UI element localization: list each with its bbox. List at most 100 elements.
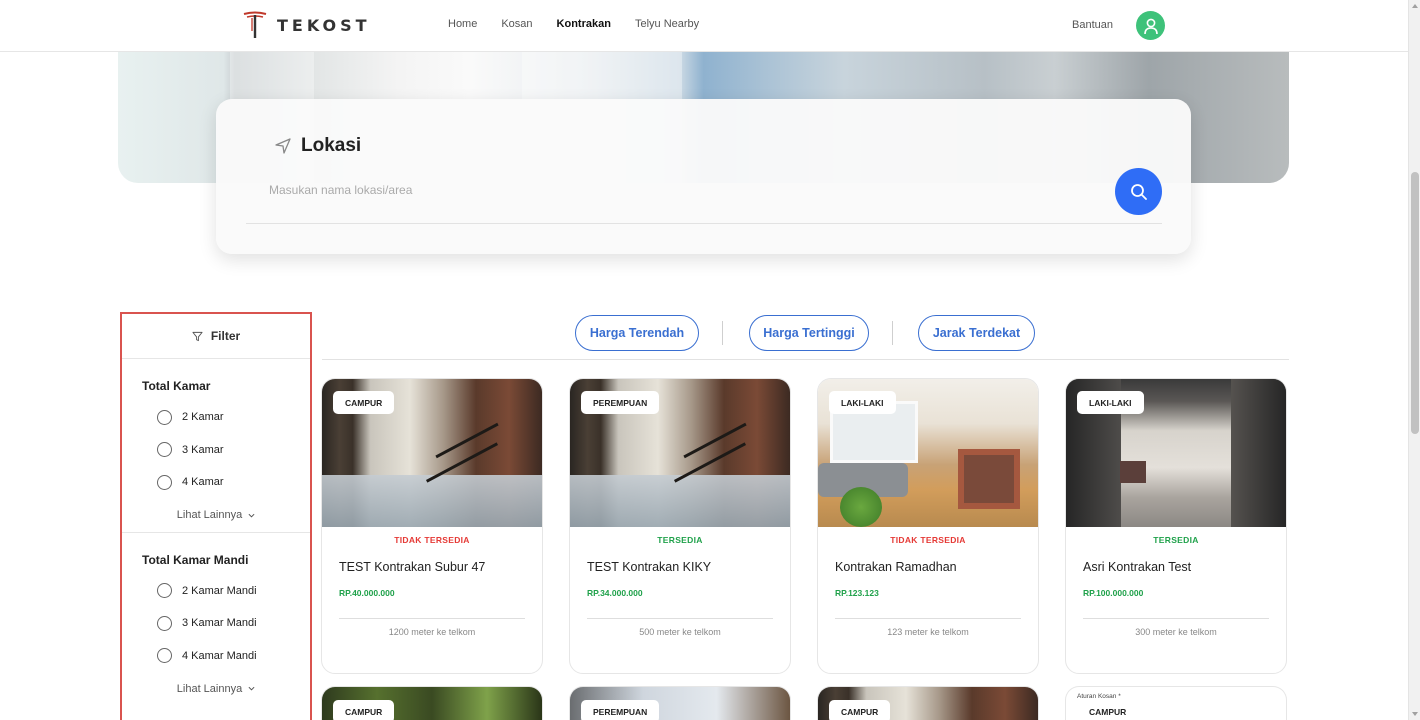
filter-group-title: Total Kamar Mandi [142,552,249,567]
chevron-down-icon [248,686,255,691]
show-more-label: Lihat Lainnya [176,682,243,695]
search-title: Lokasi [274,135,361,157]
radio-button[interactable] [157,409,172,425]
location-search-input[interactable] [246,177,1096,203]
filter-option-label: 2 Kamar Mandi [182,584,257,597]
listing-card[interactable]: CAMPUR [321,686,543,720]
listing-card[interactable]: Aturan Kosan * CAMPUR [1065,686,1287,720]
listing-availability: TIDAK TERSEDIA [890,535,966,545]
listing-note: Aturan Kosan * [1077,693,1121,700]
filter-option-label: 3 Kamar Mandi [182,617,257,630]
filter-header[interactable]: Filter [122,314,310,359]
listing-gender-badge: PEREMPUAN [581,700,660,720]
scrollbar-thumb[interactable] [1411,172,1419,434]
listing-availability: TERSEDIA [1153,535,1199,545]
listing-title: Kontrakan Ramadhan [835,560,957,574]
photo-bench [1120,461,1146,483]
listing-price: RP.40.000.000 [339,588,395,598]
nav-home[interactable]: Home [448,18,477,30]
user-icon [1143,18,1158,34]
listing-card[interactable]: PEREMPUAN [569,686,791,720]
listing-price: RP.123.123 [835,588,879,598]
search-divider [246,223,1162,224]
navigation-arrow-icon [275,138,291,154]
listing-photo: CAMPUR [322,379,542,527]
filter-funnel-icon [192,331,203,341]
listing-divider [339,618,525,619]
brand-name: TEKOST [277,15,371,35]
listing-gender-badge: CAMPUR [333,700,395,720]
nav-help-link[interactable]: Bantuan [1072,19,1113,31]
filter-option-2-kamar-mandi[interactable]: 2 Kamar Mandi [142,575,310,608]
listing-gender-badge: CAMPUR [829,700,891,720]
scroll-down-icon[interactable] [1412,712,1418,716]
listing-price: RP.100.000.000 [1083,588,1144,598]
radio-button[interactable] [157,474,172,490]
nav-telyu-nearby[interactable]: Telyu Nearby [635,18,699,30]
listing-divider [835,618,1021,619]
filter-option-4-kamar[interactable]: 4 Kamar [142,466,310,499]
filter-group-total-kamar: Total Kamar 2 Kamar 3 Kamar 4 Kamar Liha… [122,359,310,532]
sort-highest-price-button[interactable]: Harga Tertinggi [749,315,869,351]
sort-divider [892,321,893,345]
photo-plant [840,487,882,527]
nav-kontrakan[interactable]: Kontrakan [557,18,611,30]
filter-option-3-kamar[interactable]: 3 Kamar [142,434,310,467]
photo-stair-rail [683,422,747,459]
radio-button[interactable] [157,442,172,458]
chevron-down-icon [248,513,255,518]
listing-availability: TERSEDIA [657,535,703,545]
listing-price: RP.34.000.000 [587,588,643,598]
listing-title: Asri Kontrakan Test [1083,560,1192,574]
sort-divider [722,321,723,345]
listing-photo: LAKI-LAKI [1066,379,1286,527]
filter-title: Filter [210,329,241,343]
filter-option-label: 4 Kamar [182,476,224,489]
page-scrollbar[interactable] [1408,0,1420,720]
radio-button[interactable] [157,583,172,599]
filter-option-2-kamar[interactable]: 2 Kamar [142,401,310,434]
listing-title: TEST Kontrakan KIKY [587,560,712,574]
sort-lowest-price-button[interactable]: Harga Terendah [575,315,699,351]
radio-button[interactable] [157,648,172,664]
show-more-kamar-mandi-button[interactable]: Lihat Lainnya [122,672,310,705]
show-more-kamar-button[interactable]: Lihat Lainnya [122,499,310,532]
listing-title: TEST Kontrakan Subur 47 [339,560,486,574]
listing-gender-badge: LAKI-LAKI [1077,391,1144,414]
photo-floor [570,475,790,527]
listing-distance: 300 meter ke telkom [1135,627,1217,637]
filter-group-title: Total Kamar [142,379,211,393]
listing-card[interactable]: CAMPUR [817,686,1039,720]
filter-option-label: 3 Kamar [182,443,224,456]
listing-divider [587,618,773,619]
radio-button[interactable] [157,615,172,631]
top-navbar: TEKOST Home Kosan Kontrakan Telyu Nearby… [0,0,1408,52]
listing-availability: TIDAK TERSEDIA [394,535,470,545]
sort-nearest-button[interactable]: Jarak Terdekat [918,315,1035,351]
brand-logo[interactable]: TEKOST [243,11,371,39]
search-icon [1130,183,1147,200]
scroll-up-icon[interactable] [1412,4,1418,8]
listing-card[interactable]: CAMPUR TIDAK TERSEDIA TEST Kontrakan Sub… [321,378,543,674]
listing-card[interactable]: LAKI-LAKI TERSEDIA Asri Kontrakan Test R… [1065,378,1287,674]
nav-kosan[interactable]: Kosan [501,18,532,30]
listing-gender-badge: CAMPUR [1077,700,1139,720]
filter-option-3-kamar-mandi[interactable]: 3 Kamar Mandi [142,607,310,640]
user-avatar[interactable] [1136,11,1165,40]
filter-option-4-kamar-mandi[interactable]: 4 Kamar Mandi [142,640,310,673]
search-button[interactable] [1115,168,1162,215]
listing-card[interactable]: PEREMPUAN TERSEDIA TEST Kontrakan KIKY R… [569,378,791,674]
listing-card[interactable]: LAKI-LAKI TIDAK TERSEDIA Kontrakan Ramad… [817,378,1039,674]
sort-bar: Harga Terendah Harga Tertinggi Jarak Ter… [322,312,1289,360]
show-more-label: Lihat Lainnya [176,509,243,521]
photo-fireplace [958,449,1020,509]
filter-option-label: 2 Kamar [182,411,224,424]
listing-divider [1083,618,1269,619]
listing-photo: LAKI-LAKI [818,379,1038,527]
photo-floor [322,475,542,527]
listing-gender-badge: PEREMPUAN [581,391,660,414]
listing-gender-badge: CAMPUR [333,391,395,414]
listing-distance: 500 meter ke telkom [639,627,721,637]
listing-distance: 123 meter ke telkom [887,627,969,637]
listing-photo: PEREMPUAN [570,379,790,527]
